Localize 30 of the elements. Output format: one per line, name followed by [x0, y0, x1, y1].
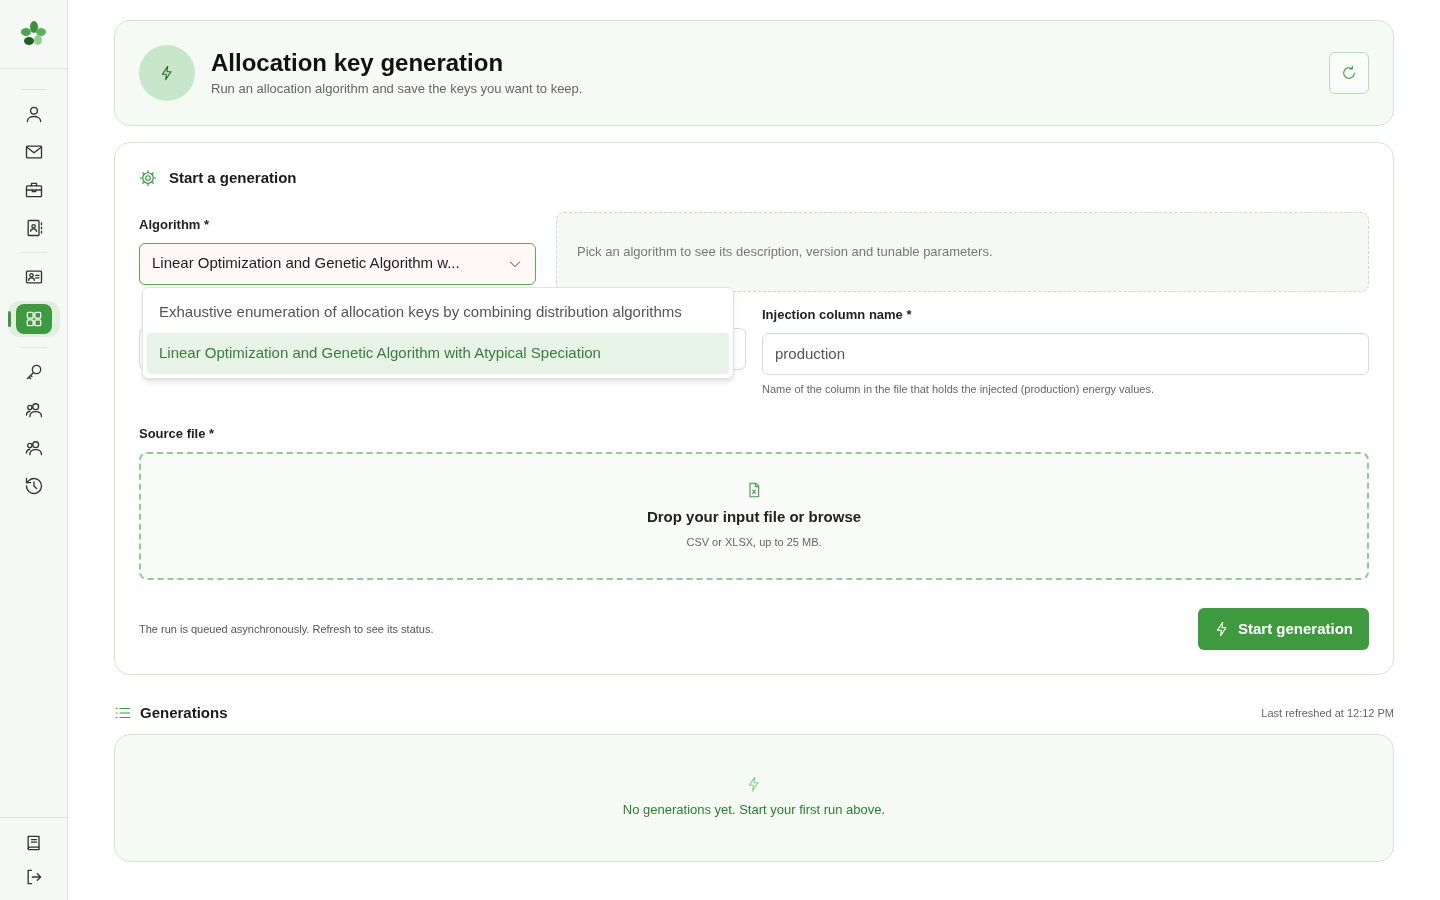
empty-state-text: No generations yet. Start your first run above. [622, 800, 886, 819]
section-title: Generations [140, 703, 228, 723]
bolt-icon [159, 65, 175, 81]
dropdown-option[interactable]: Linear Optimization and Genetic Algorithm with Atypical Speciation [147, 332, 729, 374]
spreadsheet-file-icon [746, 481, 762, 498]
drop-hint: CSV or XLSX, up to 25 MB. [686, 535, 822, 550]
field-label: Injection column name * [762, 306, 912, 322]
file-drop-zone[interactable]: Drop your input file or browse CSV or XLSX, up to 25 MB. [139, 452, 1369, 580]
page-subtitle: Run an allocation algorithm and save the keys you want to keep. [211, 80, 584, 99]
drop-title: Drop your input file or browse [646, 506, 862, 527]
gear-icon [139, 169, 157, 188]
bolt-icon [746, 775, 762, 792]
algorithm-select[interactable]: Linear Optimization and Genetic Algorithm w... [139, 242, 536, 285]
queue-note: The run is queued asynchronously. Refresh to see its status. [139, 621, 434, 637]
injection-column-field[interactable]: production [762, 332, 1369, 375]
field-label: Source file * [139, 426, 215, 441]
history-icon [23, 476, 44, 496]
clover-logo[interactable] [19, 20, 48, 48]
start-generation-button[interactable]: Start generation [1197, 608, 1369, 650]
info-text: Pick an algorithm to see its description, version and tunable parameters. [577, 242, 993, 261]
help-text: Name of the column in the file that holds the injected (production) energy values. [762, 381, 1155, 397]
refresh-icon [1341, 65, 1357, 81]
dropdown-option[interactable]: Exhaustive enumeration of allocation keys by combining distribution algorithms [147, 291, 729, 333]
last-refreshed-text: Last refreshed at 12:12 PM [1261, 706, 1394, 721]
page-title: Allocation key generation [211, 48, 505, 79]
section-title: Start a generation [169, 168, 297, 188]
briefcase-icon [23, 180, 44, 200]
users-icon [23, 400, 44, 420]
field-label: Algorithm * [139, 216, 210, 232]
users-icon [23, 438, 44, 458]
